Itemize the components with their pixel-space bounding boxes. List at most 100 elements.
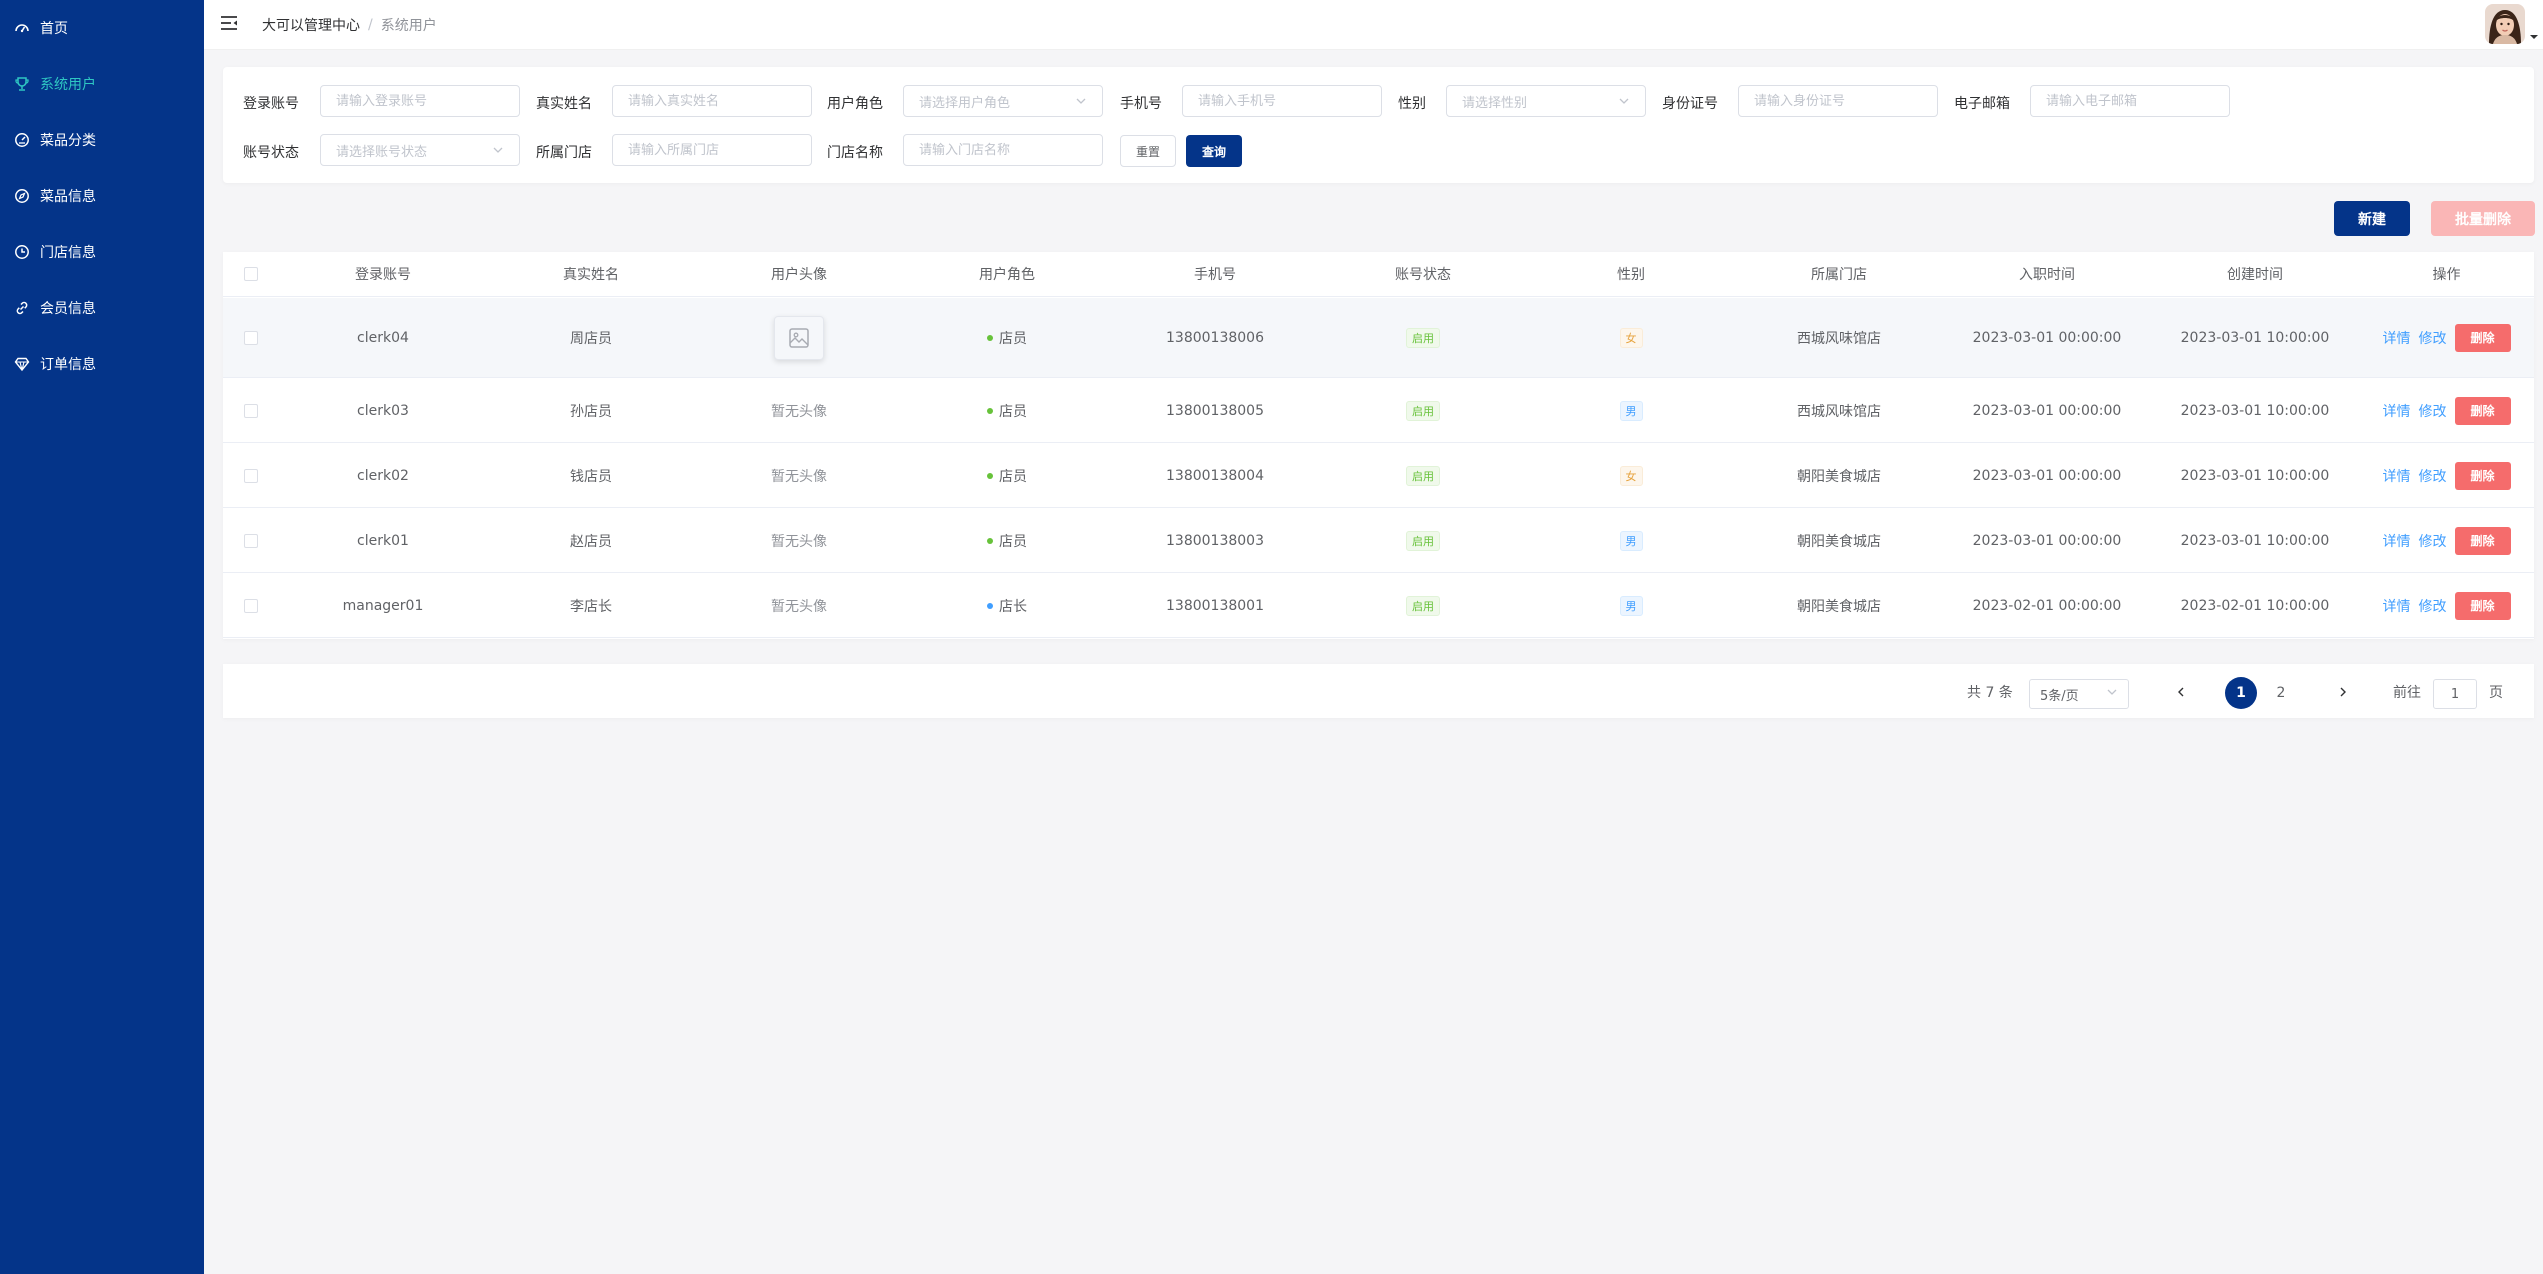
user-table: 登录账号 真实姓名 用户头像 用户角色 手机号 账号状态 性别 所属门店 入职时… (223, 252, 2534, 639)
column-header[interactable]: 真实姓名 (487, 252, 695, 296)
table-row[interactable]: clerk03 孙店员 暂无头像 店员 13800138005 启用 男 西城风… (223, 379, 2534, 443)
sidebar-item-dish-info[interactable]: 菜品信息 (0, 168, 204, 224)
role-cell: 店员 (903, 298, 1111, 377)
real-name-input[interactable] (612, 85, 812, 117)
chevron-down-icon (1618, 95, 1630, 107)
gender-placeholder: 请选择性别 (1462, 95, 1528, 111)
table-row[interactable]: manager01 李店长 暂无头像 店长 13800138001 启用 男 朝… (223, 574, 2534, 638)
column-header[interactable]: 用户头像 (695, 252, 903, 296)
sidebar-item-order-info[interactable]: 订单信息 (0, 336, 204, 392)
row-checkbox[interactable] (244, 330, 258, 345)
row-checkbox[interactable] (244, 468, 258, 483)
new-button[interactable]: 新建 (2334, 201, 2410, 236)
sidebar-item-system-users[interactable]: 系统用户 (0, 56, 204, 112)
breadcrumb-home[interactable]: 大可以管理中心 (262, 15, 360, 35)
status-badge: 启用 (1406, 595, 1440, 616)
column-header[interactable]: 所属门店 (1735, 252, 1943, 296)
chevron-down-icon (1075, 95, 1087, 107)
account-status-placeholder: 请选择账号状态 (336, 144, 428, 160)
id-card-input[interactable] (1738, 85, 1938, 117)
column-header[interactable]: 用户角色 (903, 252, 1111, 296)
edit-link[interactable]: 修改 (2419, 328, 2447, 348)
store-name-input[interactable] (903, 134, 1103, 166)
column-header: 操作 (2432, 267, 2461, 283)
pagination: 共 7 条 5条/页 1 2 前往 页 (223, 664, 2534, 718)
sidebar-item-home[interactable]: 首页 (0, 0, 204, 56)
create-time-cell: 2023-03-01 10:00:00 (2180, 532, 2330, 549)
column-header[interactable]: 登录账号 (279, 252, 487, 296)
delete-button[interactable]: 删除 (2454, 591, 2511, 620)
menu-toggle-icon[interactable] (220, 14, 238, 32)
status-badge: 启用 (1406, 400, 1440, 421)
edit-link[interactable]: 修改 (2419, 401, 2447, 421)
role-cell: 店员 (903, 444, 1111, 507)
column-header[interactable]: 账号状态 (1319, 252, 1527, 296)
user-avatar[interactable] (2485, 4, 2525, 44)
edit-link[interactable]: 修改 (2419, 466, 2447, 486)
status-cell: 启用 (1319, 298, 1527, 377)
image-placeholder-icon[interactable] (774, 315, 824, 360)
table-row[interactable]: clerk02 钱店员 暂无头像 店员 13800138004 启用 女 朝阳美… (223, 444, 2534, 508)
sidebar-item-store-info[interactable]: 门店信息 (0, 224, 204, 280)
avatar-cell: 暂无头像 (771, 598, 827, 615)
column-header[interactable]: 入职时间 (1943, 252, 2151, 296)
row-checkbox[interactable] (244, 598, 258, 613)
edit-link[interactable]: 修改 (2419, 531, 2447, 551)
store-cell: 朝阳美食城店 (1797, 533, 1881, 550)
table-header: 登录账号 真实姓名 用户头像 用户角色 手机号 账号状态 性别 所属门店 入职时… (223, 252, 2534, 297)
hire-time-cell: 2023-03-01 00:00:00 (1972, 467, 2122, 484)
store-input[interactable] (612, 134, 812, 166)
store-cell: 西城风味馆店 (1797, 403, 1881, 420)
hire-time-cell: 2023-03-01 00:00:00 (1972, 532, 2122, 549)
goto-page-input[interactable] (2433, 679, 2477, 709)
row-checkbox[interactable] (244, 403, 258, 418)
operations-cell: 详情 修改 删除 (2359, 509, 2534, 572)
delete-button[interactable]: 删除 (2454, 323, 2511, 352)
goto-label: 前往 (2393, 685, 2421, 701)
sidebar-item-member-info[interactable]: 会员信息 (0, 280, 204, 336)
detail-link[interactable]: 详情 (2383, 466, 2411, 486)
page-number[interactable]: 1 (2225, 677, 2257, 709)
table-row[interactable]: clerk04 周店员 店员 13800138006 启用 女 西城风味馆店 2… (223, 298, 2534, 378)
user-role-select[interactable]: 请选择用户角色 (903, 85, 1103, 117)
table-row[interactable]: clerk01 赵店员 暂无头像 店员 13800138003 启用 男 朝阳美… (223, 509, 2534, 573)
page-number[interactable]: 2 (2265, 677, 2297, 709)
delete-button[interactable]: 删除 (2454, 461, 2511, 490)
select-all-checkbox[interactable] (244, 267, 258, 281)
status-dot-icon (987, 602, 993, 609)
detail-link[interactable]: 详情 (2383, 328, 2411, 348)
detail-link[interactable]: 详情 (2383, 596, 2411, 616)
gender-select[interactable]: 请选择性别 (1446, 85, 1646, 117)
login-account-input[interactable] (320, 85, 520, 117)
reset-button[interactable]: 重置 (1120, 135, 1176, 167)
detail-link[interactable]: 详情 (2383, 531, 2411, 551)
column-header[interactable]: 手机号 (1111, 252, 1319, 296)
role-label: 店员 (999, 330, 1027, 347)
prev-page-button[interactable] (2171, 682, 2191, 702)
name-cell: 赵店员 (570, 533, 612, 550)
delete-button[interactable]: 删除 (2454, 396, 2511, 425)
status-badge: 启用 (1406, 327, 1440, 348)
hire-time-cell: 2023-03-01 00:00:00 (1972, 402, 2122, 419)
store-cell: 朝阳美食城店 (1797, 598, 1881, 615)
page-size-select[interactable]: 5条/页 (2029, 679, 2129, 709)
batch-delete-button[interactable]: 批量删除 (2431, 201, 2535, 236)
query-button[interactable]: 查询 (1186, 135, 1242, 167)
delete-button[interactable]: 删除 (2454, 526, 2511, 555)
edit-link[interactable]: 修改 (2419, 596, 2447, 616)
column-header[interactable]: 性别 (1527, 252, 1735, 296)
row-checkbox[interactable] (244, 533, 258, 548)
account-status-select[interactable]: 请选择账号状态 (320, 134, 520, 166)
column-header[interactable]: 创建时间 (2151, 252, 2359, 296)
sidebar-item-dish-category[interactable]: 菜品分类 (0, 112, 204, 168)
name-cell: 李店长 (570, 598, 612, 615)
next-page-button[interactable] (2333, 682, 2353, 702)
top-header: 大可以管理中心 / 系统用户 (204, 0, 2543, 50)
detail-link[interactable]: 详情 (2383, 401, 2411, 421)
create-time-cell: 2023-03-01 10:00:00 (2180, 467, 2330, 484)
breadcrumb-current: 系统用户 (380, 18, 437, 34)
email-input[interactable] (2030, 85, 2230, 117)
phone-input[interactable] (1182, 85, 1382, 117)
caret-down-icon[interactable] (2529, 30, 2539, 40)
email-label: 电子邮箱 (1954, 96, 2010, 112)
